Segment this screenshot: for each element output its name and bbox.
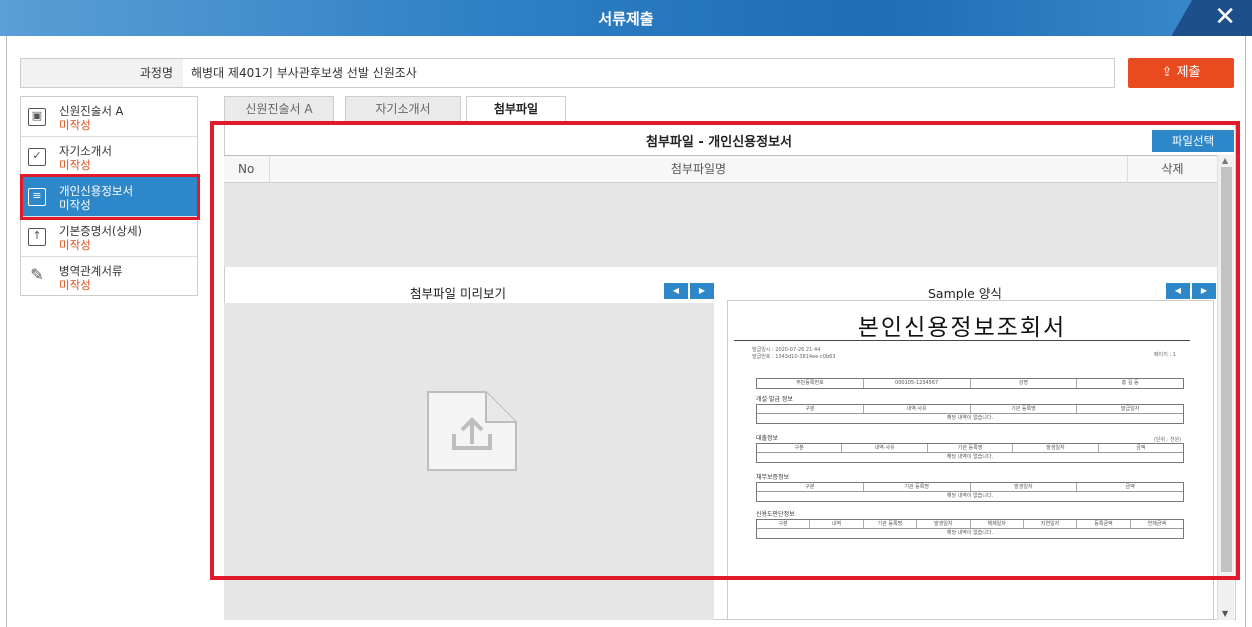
preview-nav: ◀ ▶ [664, 282, 716, 299]
sidebar-item-self-intro[interactable]: ✓ 자기소개서 미작성 [21, 137, 197, 177]
section-table: 구분 내역·사유 기관 등록명 발생일자 금액 해당 내역이 없습니다. [756, 443, 1184, 463]
scroll-down-icon[interactable]: ▼ [1222, 609, 1228, 618]
cell: 기관 등록명 [864, 520, 918, 528]
cell: 발생일자 [917, 520, 971, 528]
attachment-grid-header: No 첨부파일명 삭제 [224, 155, 1217, 183]
section-title: 신용도판단정보 [756, 511, 795, 518]
id-cell: 성명 [971, 379, 1078, 388]
cell: 기관 등록명 [928, 444, 1014, 452]
id-cell: 000105-1234567 [864, 379, 971, 388]
id-cell: 홍 길 동 [1121, 380, 1139, 386]
cell: 기관 등록명 [864, 483, 971, 491]
cell: 기관 등록명 [971, 405, 1078, 413]
cell: 발생일자 [1013, 444, 1099, 452]
section-title: 대출정보 [756, 435, 779, 442]
col-no[interactable]: No [224, 156, 270, 183]
close-button[interactable]: ✕ [1172, 0, 1252, 36]
document-meta-number: 발급번호 : 1343d10-3814ee-c0b63 [752, 354, 836, 360]
sidebar-item-status: 미작성 [59, 238, 91, 252]
tab-statement-a[interactable]: 신원진술서 A [224, 96, 334, 122]
cell: 내역 [810, 520, 864, 528]
window-title: 서류제출 [598, 10, 654, 28]
close-icon: ✕ [1214, 2, 1236, 32]
unit-label: (단위 : 천원) [1154, 437, 1182, 443]
cell: 연체금액 [1147, 521, 1167, 527]
file-select-button[interactable]: 파일선택 [1152, 130, 1234, 152]
title-bar: 서류제출 ✕ [0, 0, 1252, 36]
upload-box-icon: ↑ [28, 228, 46, 246]
submit-label: 제출 [1176, 65, 1201, 80]
cell: 발급일자 [1120, 406, 1140, 412]
sidebar-item-status: 미작성 [59, 278, 91, 292]
section-table: 구분 내역·사유 기관 등록명 발급일자 해당 내역이 없습니다. [756, 404, 1184, 424]
sample-nav: ◀ ▶ [1166, 282, 1218, 299]
section-table: 구분 기관 등록명 발생일자 금액 해당 내역이 없습니다. [756, 482, 1184, 502]
attachment-grid-body [224, 183, 1217, 267]
upload-icon: ⇪ [1161, 65, 1173, 80]
sidebar-item-basic-cert[interactable]: ↑ 기본증명서(상세) 미작성 [21, 217, 197, 257]
empty-row: 해당 내역이 없습니다. [946, 493, 994, 499]
sidebar-item-status: 미작성 [59, 158, 91, 172]
col-filename[interactable]: 첨부파일명 [270, 156, 1128, 183]
section-header-row: 구분 내역·사유 기관 등록명 발급일자 [757, 405, 1183, 414]
cell: 구분 [757, 520, 811, 528]
empty-row: 해당 내역이 없습니다. [946, 415, 994, 421]
cell: 금액 [1136, 445, 1146, 451]
arrow-right-icon[interactable]: ▶ [690, 283, 714, 299]
cell: 내역·사유 [842, 444, 928, 452]
empty-row: 해당 내역이 없습니다. [946, 530, 994, 536]
cell: 등록금액 [1077, 520, 1131, 528]
edit-icon: ✎ [30, 265, 44, 284]
sidebar-item-statement-a[interactable]: ▣ 신원진술서 A 미작성 [21, 97, 197, 137]
section-header-row: 구분 내역 기관 등록명 발생일자 해제일자 지연일자 등록금액 연체금액 [757, 520, 1183, 529]
document-meta-date: 발급일시 : 2020-07-26 21:44 [752, 347, 821, 353]
document-page: 페이지 : 1 [1154, 352, 1176, 358]
document-stamp-icon: ▣ [28, 108, 46, 126]
sidebar-highlight [20, 174, 200, 220]
arrow-left-icon[interactable]: ◀ [664, 283, 688, 299]
id-row: 주민등록번호 000105-1234567 성명 홍 길 동 [757, 379, 1183, 388]
submit-button[interactable]: ⇪ 제출 [1128, 58, 1234, 88]
section-table: 구분 내역 기관 등록명 발생일자 해제일자 지연일자 등록금액 연체금액 해당… [756, 519, 1184, 539]
cell: 해제일자 [971, 520, 1024, 528]
arrow-left-icon[interactable]: ◀ [1166, 283, 1190, 299]
scroll-up-icon[interactable]: ▲ [1222, 156, 1228, 165]
id-cell: 주민등록번호 [757, 379, 864, 388]
cell: 구분 [757, 444, 843, 452]
course-row: 과정명 해병대 제401기 부사관후보생 선발 신원조사 [20, 58, 1115, 88]
arrow-right-icon[interactable]: ▶ [1192, 283, 1216, 299]
cell: 금액 [1125, 484, 1135, 490]
id-table: 주민등록번호 000105-1234567 성명 홍 길 동 [756, 378, 1184, 389]
empty-row: 해당 내역이 없습니다. [946, 454, 994, 460]
section-title: 개설·발급 정보 [756, 396, 793, 403]
section-header-row: 구분 기관 등록명 발생일자 금액 [757, 483, 1183, 492]
preview-title: 첨부파일 미리보기 [410, 286, 506, 301]
vertical-scrollbar[interactable]: ▲ ▼ [1217, 155, 1234, 620]
section-title: 채무보증정보 [756, 474, 790, 481]
document-divider [734, 340, 1190, 341]
cell: 내역·사유 [864, 405, 971, 413]
tab-attachment[interactable]: 첨부파일 [466, 96, 566, 123]
cell: 지연일자 [1024, 520, 1078, 528]
course-value: 해병대 제401기 부사관후보생 선발 신원조사 [191, 66, 417, 80]
course-label: 과정명 [21, 59, 183, 87]
section-header-row: 구분 내역·사유 기관 등록명 발생일자 금액 [757, 444, 1183, 453]
document-heading: 본인신용정보조회서 [857, 315, 1067, 341]
file-upload-icon[interactable] [426, 390, 518, 472]
cell: 구분 [757, 483, 864, 491]
sidebar-item-status: 미작성 [59, 118, 91, 132]
checkbox-icon: ✓ [28, 148, 46, 166]
scroll-thumb[interactable] [1221, 167, 1232, 572]
sample-document: 본인신용정보조회서 발급일시 : 2020-07-26 21:44 발급번호 :… [734, 302, 1190, 574]
attachment-title: 첨부파일 - 개인신용정보서 [645, 135, 792, 150]
col-delete[interactable]: 삭제 [1128, 156, 1217, 183]
tab-self-intro[interactable]: 자기소개서 [345, 96, 461, 122]
cell: 발생일자 [971, 483, 1078, 491]
sidebar-item-military[interactable]: ✎ 병역관계서류 미작성 [21, 257, 197, 297]
cell: 구분 [757, 405, 864, 413]
